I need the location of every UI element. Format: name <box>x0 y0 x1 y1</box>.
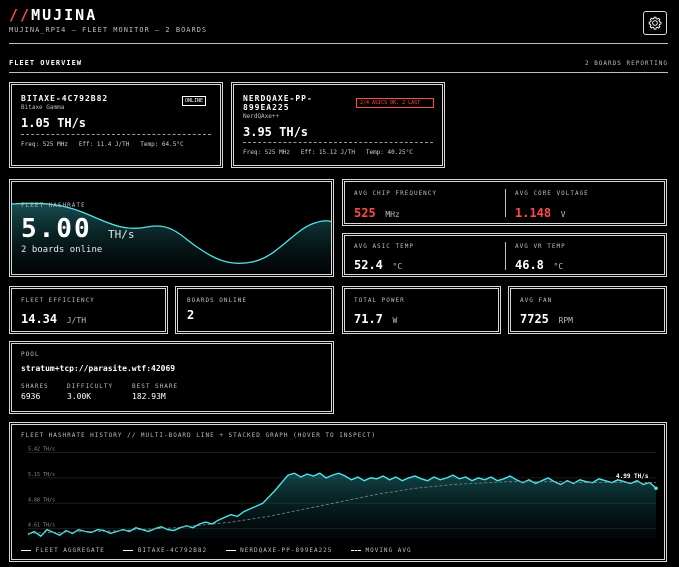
temp-divider <box>505 242 506 270</box>
y-tick-label: 5.15 TH/s <box>28 472 55 478</box>
board-card-nerdqaxe[interactable]: NERDQAXE-PP- 899EA225 NerdQAxe++ 2/4 ASI… <box>231 82 445 168</box>
gear-icon <box>648 16 662 30</box>
avg-fan-card: AVG FAN 7725 RPM <box>508 286 667 334</box>
current-point <box>654 486 658 491</box>
board-hashrate: 3.95 TH/s <box>243 125 309 139</box>
board-divider <box>243 142 433 143</box>
legend-moving-avg[interactable]: MOVING AVG <box>350 547 412 554</box>
fleet-efficiency: 14.34 J/TH <box>21 308 86 327</box>
status-badge: 2/4 ASICS OK, 2 LAST <box>356 98 434 108</box>
board-eff: Eff: 15.12 J/TH <box>300 149 355 156</box>
avg-fan-label: AVG FAN <box>520 297 553 304</box>
current-hashrate-label: 4.99 TH/s <box>616 473 649 480</box>
fleet-efficiency-value: 14.34 <box>21 312 58 326</box>
fleet-efficiency-label: FLEET EFFICIENCY <box>21 297 95 304</box>
history-legend: FLEET AGGREGATE BITAXE-4C792B82 NERDQAXE… <box>21 547 412 554</box>
section-divider <box>9 72 668 73</box>
board-temp: Temp: 40.25°C <box>365 149 413 156</box>
board-name-line1: NERDQAXE-PP- <box>243 94 313 103</box>
board-eff: Eff: 11.4 J/TH <box>78 141 130 148</box>
fleet-hashrate-unit: TH/s <box>108 228 135 241</box>
fleet-hashrate-card: FLEET HASHRATE 5.00 TH/s 2 boards online <box>9 179 334 277</box>
board-card-bitaxe[interactable]: BITAXE-4C792B82 Bitaxe Gamma ONLINE 1.05… <box>9 82 223 168</box>
fleet-efficiency-card: FLEET EFFICIENCY 14.34 J/TH <box>9 286 168 334</box>
avg-vr-temp-value: 46.8 <box>515 258 544 272</box>
avg-core-voltage-value: 1.148 <box>515 206 552 220</box>
avg-fan-value: 7725 <box>520 312 549 326</box>
avg-vr-temp: 46.8 °C <box>515 254 563 273</box>
avg-chip-freq-value: 525 <box>354 206 376 220</box>
boards-reporting: 2 BOARDS REPORTING <box>584 60 668 67</box>
fleet-hashrate-value: 5.00 <box>21 214 92 244</box>
app-logo: //MUJINA <box>9 6 97 24</box>
boards-online-text: 2 boards online <box>21 245 103 255</box>
pool-label: POOL <box>21 351 40 358</box>
logo-text: MUJINA <box>31 6 98 24</box>
avg-chip-freq: 525 MHz <box>354 202 400 221</box>
avg-asic-temp-unit: °C <box>392 262 403 271</box>
y-tick-label: 4.88 TH/s <box>28 497 55 503</box>
board-model: Bitaxe Gamma <box>21 104 65 111</box>
header-subtitle: MUJINA_RPI4 — FLEET MONITOR — 2 BOARDS <box>9 26 208 34</box>
hashrate-history-card[interactable]: FLEET HASHRATE HISTORY // MULTI-BOARD LI… <box>9 422 667 562</box>
chip-divider <box>505 189 506 217</box>
board-name-line2: 899EA225 <box>243 103 290 112</box>
avg-fan-unit: RPM <box>558 316 573 325</box>
status-badge: ONLINE <box>182 96 207 106</box>
best-share-value: 182.93M <box>132 392 166 401</box>
avg-vr-temp-label: AVG VR TEMP <box>515 243 566 250</box>
board-hashrate: 1.05 TH/s <box>21 116 87 130</box>
total-power-label: TOTAL POWER <box>354 297 405 304</box>
avg-core-voltage: 1.148 V <box>515 202 566 221</box>
difficulty-label: DIFFICULTY <box>67 383 114 390</box>
avg-asic-temp-label: AVG ASIC TEMP <box>354 243 414 250</box>
avg-asic-temp: 52.4 °C <box>354 254 402 273</box>
board-model: NerdQAxe++ <box>243 113 280 120</box>
y-tick-label: 5.42 TH/s <box>28 447 55 453</box>
pool-card: POOL stratum+tcp://parasite.wtf:42069 SH… <box>9 341 334 414</box>
total-power-value: 71.7 <box>354 312 383 326</box>
total-power-unit: W <box>392 316 398 325</box>
avg-asic-temp-value: 52.4 <box>354 258 383 272</box>
boards-online-value: 2 <box>187 308 195 322</box>
shares-label: SHARES <box>21 383 49 390</box>
legend-board1[interactable]: BITAXE-4C792B82 <box>123 547 207 554</box>
temps-card: AVG ASIC TEMP 52.4 °C AVG VR TEMP 46.8 °… <box>342 233 667 277</box>
board-name: BITAXE-4C792B82 <box>21 94 109 103</box>
total-power: 71.7 W <box>354 308 397 327</box>
boards-online-card: BOARDS ONLINE 2 <box>175 286 334 334</box>
avg-vr-temp-unit: °C <box>553 262 564 271</box>
avg-chip-freq-label: AVG CHIP FREQUENCY <box>354 190 438 197</box>
shares-value: 6936 <box>21 392 41 401</box>
fleet-efficiency-unit: J/TH <box>66 316 87 325</box>
logo-slashes: // <box>9 6 32 24</box>
board-temp: Temp: 64.5°C <box>140 141 184 148</box>
settings-button[interactable] <box>643 11 667 35</box>
board-stats: Freq: 525 MHz Eff: 15.12 J/TH Temp: 40.2… <box>243 149 413 156</box>
board-stats: Freq: 525 MHz Eff: 11.4 J/TH Temp: 64.5°… <box>21 141 184 148</box>
avg-fan: 7725 RPM <box>520 308 573 327</box>
avg-core-voltage-label: AVG CORE VOLTAGE <box>515 190 589 197</box>
board-freq: Freq: 525 MHz <box>21 141 68 148</box>
fleet-hashrate-label: FLEET HASHRATE <box>21 202 86 209</box>
difficulty-value: 3.00K <box>67 392 92 401</box>
legend-aggregate[interactable]: FLEET AGGREGATE <box>21 547 105 554</box>
header-divider <box>9 43 668 44</box>
total-power-card: TOTAL POWER 71.7 W <box>342 286 501 334</box>
y-tick-label: 4.61 TH/s <box>28 523 55 529</box>
legend-board2[interactable]: NERDQAXE-PP-899EA225 <box>225 547 333 554</box>
avg-core-voltage-unit: V <box>560 210 566 219</box>
section-title: FLEET OVERVIEW <box>9 59 83 67</box>
board-freq: Freq: 525 MHz <box>243 149 290 156</box>
history-chart[interactable]: 5.42 TH/s 5.15 TH/s 4.88 TH/s 4.61 TH/s <box>12 425 664 559</box>
pool-url: stratum+tcp://parasite.wtf:42069 <box>21 364 176 373</box>
boards-online-label: BOARDS ONLINE <box>187 297 247 304</box>
best-share-label: BEST SHARE <box>132 383 179 390</box>
avg-chip-freq-unit: MHz <box>385 210 400 219</box>
chip-stats-card: AVG CHIP FREQUENCY 525 MHz AVG CORE VOLT… <box>342 179 667 226</box>
board-divider <box>21 134 211 135</box>
